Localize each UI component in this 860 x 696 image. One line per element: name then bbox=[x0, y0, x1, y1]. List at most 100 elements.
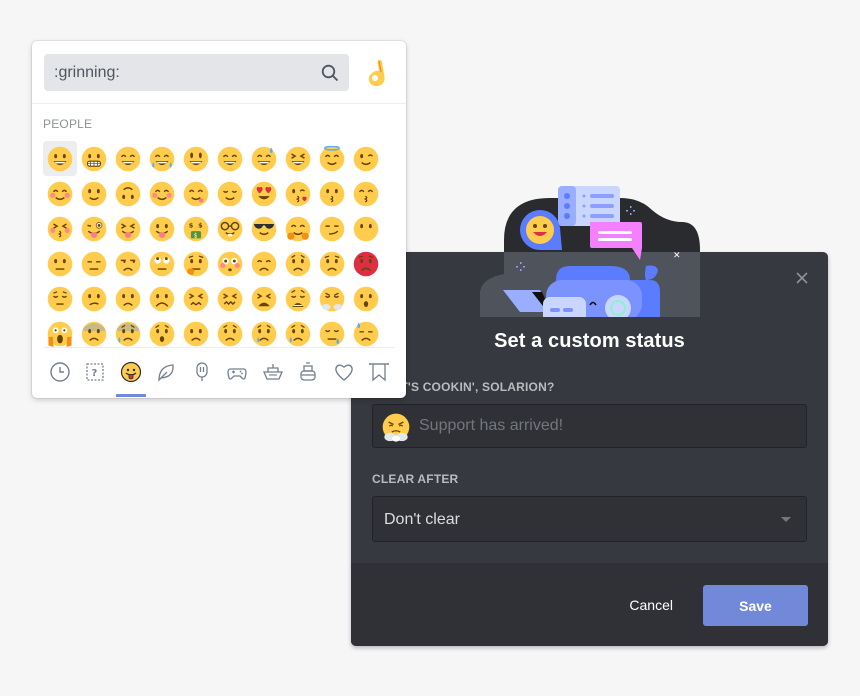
emoji-pensive[interactable] bbox=[43, 281, 77, 316]
save-button[interactable]: Save bbox=[703, 585, 808, 626]
emoji-sunglasses[interactable] bbox=[247, 211, 281, 246]
emoji-money-mouth[interactable]: $ $ $ bbox=[179, 211, 213, 246]
emoji-row bbox=[43, 141, 393, 176]
hugging-icon bbox=[285, 216, 311, 241]
emoji-stuck-out-tongue[interactable] bbox=[145, 211, 179, 246]
emoji-angry[interactable] bbox=[315, 246, 349, 281]
clear-after-select[interactable]: Don't clear bbox=[372, 496, 807, 542]
emoji-confused[interactable] bbox=[77, 281, 111, 316]
cancel-button[interactable]: Cancel bbox=[629, 597, 673, 613]
emoji-stuck-out-tongue-closed-eyes[interactable] bbox=[111, 211, 145, 246]
emoji-cold-sweat[interactable] bbox=[111, 316, 145, 351]
category-tab-nature[interactable] bbox=[149, 357, 185, 387]
emoji-nerd[interactable] bbox=[213, 211, 247, 246]
emoji-unamused[interactable] bbox=[111, 246, 145, 281]
emoji-kissing-closed-eyes[interactable] bbox=[43, 211, 77, 246]
cry-icon bbox=[251, 321, 277, 346]
category-tab-travel[interactable] bbox=[255, 357, 291, 387]
emoji-sweat-smile[interactable] bbox=[247, 141, 281, 176]
kissing-icon bbox=[319, 181, 345, 206]
emoji-no-mouth[interactable] bbox=[349, 211, 383, 246]
emoji-relaxed[interactable] bbox=[145, 176, 179, 211]
emoji-fearful[interactable] bbox=[77, 316, 111, 351]
thinking-icon bbox=[183, 251, 209, 276]
emoji-disappointed[interactable] bbox=[247, 246, 281, 281]
emoji-slight-smile[interactable] bbox=[77, 176, 111, 211]
grinning-icon bbox=[47, 146, 73, 171]
emoji-frowning[interactable] bbox=[179, 316, 213, 351]
emoji-kissing-heart[interactable] bbox=[281, 176, 315, 211]
emoji-grimacing[interactable] bbox=[77, 141, 111, 176]
emoji-grinning[interactable] bbox=[43, 141, 77, 176]
category-tab-recent[interactable] bbox=[42, 357, 78, 387]
no-mouth-icon bbox=[353, 216, 379, 241]
emoji-joy[interactable] bbox=[145, 141, 179, 176]
emoji-smile[interactable] bbox=[213, 141, 247, 176]
emoji-thinking[interactable] bbox=[179, 246, 213, 281]
emoji-hushed[interactable] bbox=[145, 316, 179, 351]
emoji-disappointed-relieved[interactable] bbox=[281, 316, 315, 351]
kissing-smiling-eyes-icon bbox=[353, 181, 379, 206]
category-tab-symbols[interactable] bbox=[326, 357, 362, 387]
category-tab-custom[interactable]: ? bbox=[78, 357, 114, 387]
emoji-kissing[interactable] bbox=[315, 176, 349, 211]
emoji-stuck-out-tongue-winking-eye[interactable] bbox=[77, 211, 111, 246]
category-tab-objects[interactable] bbox=[291, 357, 327, 387]
emoji-flushed[interactable] bbox=[213, 246, 247, 281]
emoji-smiley[interactable] bbox=[179, 141, 213, 176]
category-tab-activity[interactable] bbox=[220, 357, 256, 387]
emoji-slight-frown[interactable] bbox=[111, 281, 145, 316]
emoji-weary[interactable] bbox=[281, 281, 315, 316]
emoji-frowning2[interactable] bbox=[145, 281, 179, 316]
status-emoji-button[interactable] bbox=[381, 412, 411, 442]
emoji-wink[interactable] bbox=[349, 141, 383, 176]
category-tab-flags[interactable] bbox=[362, 357, 398, 387]
emoji-heart-eyes[interactable] bbox=[247, 176, 281, 211]
emoji-neutral-face[interactable] bbox=[43, 246, 77, 281]
emoji-rage[interactable] bbox=[349, 246, 383, 281]
mystery-box-icon: ? bbox=[86, 363, 104, 381]
emoji-expressionless[interactable] bbox=[77, 246, 111, 281]
emoji-persevere[interactable] bbox=[179, 281, 213, 316]
emoji-blush[interactable] bbox=[43, 176, 77, 211]
emoji-hugging[interactable] bbox=[281, 211, 315, 246]
emoji-innocent[interactable] bbox=[315, 141, 349, 176]
emoji-scream[interactable] bbox=[43, 316, 77, 351]
emoji-open-mouth[interactable] bbox=[349, 281, 383, 316]
emoji-sleepy[interactable] bbox=[315, 316, 349, 351]
emoji-smirk[interactable] bbox=[315, 211, 349, 246]
emoji-cry[interactable] bbox=[247, 316, 281, 351]
triumph-icon bbox=[319, 286, 345, 311]
emoji-tired-face[interactable] bbox=[247, 281, 281, 316]
angry-icon bbox=[319, 251, 345, 276]
nerd-icon bbox=[217, 216, 243, 241]
emoji-kissing-smiling-eyes[interactable] bbox=[349, 176, 383, 211]
expressionless-icon bbox=[81, 251, 107, 276]
heart-icon bbox=[334, 364, 353, 381]
flag-icon bbox=[369, 363, 390, 382]
emoji-row bbox=[43, 246, 393, 281]
emoji-row: $ $ $ bbox=[43, 211, 393, 246]
pensive-icon bbox=[47, 286, 73, 311]
emoji-worried[interactable] bbox=[281, 246, 315, 281]
status-input[interactable] bbox=[419, 405, 799, 447]
leaf-icon bbox=[158, 364, 174, 382]
emoji-yum[interactable] bbox=[179, 176, 213, 211]
relieved-icon bbox=[217, 181, 243, 206]
category-tab-people[interactable] bbox=[113, 357, 149, 397]
close-icon[interactable] bbox=[794, 270, 810, 286]
emoji-relieved[interactable] bbox=[213, 176, 247, 211]
emoji-rolling-eyes[interactable] bbox=[145, 246, 179, 281]
emoji-laughing[interactable] bbox=[281, 141, 315, 176]
sleepy-icon bbox=[319, 321, 345, 346]
emoji-upside-down[interactable] bbox=[111, 176, 145, 211]
emoji-confounded[interactable] bbox=[213, 281, 247, 316]
emoji-anguished[interactable] bbox=[213, 316, 247, 351]
emoji-search-input[interactable] bbox=[54, 54, 304, 91]
emoji-sweat[interactable] bbox=[349, 316, 383, 351]
emoji-grin[interactable] bbox=[111, 141, 145, 176]
scream-icon bbox=[47, 321, 73, 347]
emoji-triumph[interactable] bbox=[315, 281, 349, 316]
category-tab-food[interactable] bbox=[184, 357, 220, 387]
ok-hand-icon[interactable] bbox=[363, 58, 391, 88]
